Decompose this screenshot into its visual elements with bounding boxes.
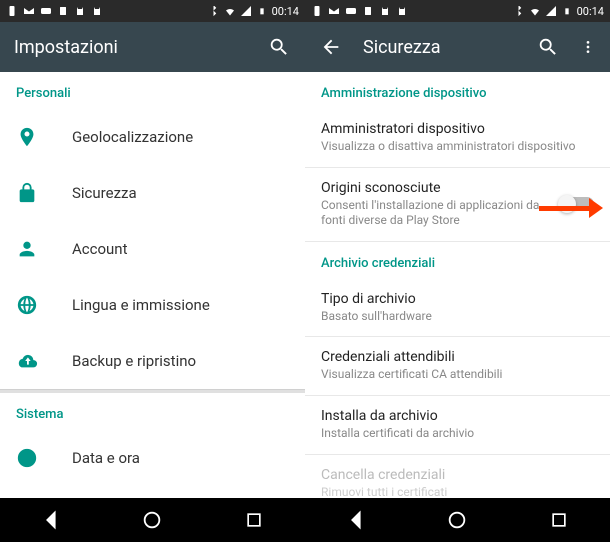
wifi-icon [224, 5, 236, 17]
gmail-icon [328, 5, 340, 17]
setting-subtitle: Visualizza o disattiva amministratori di… [321, 139, 594, 155]
clock-icon [16, 447, 56, 469]
nav-back-button[interactable] [326, 500, 386, 540]
store-icon-2 [91, 5, 103, 17]
setting-unknown-sources[interactable]: Origini sconosciute Consenti l'installaz… [305, 168, 610, 241]
phone-left: 00:14 Impostazioni Personali Geolocalizz… [0, 0, 305, 542]
status-bar: 00:14 [0, 0, 305, 22]
setting-subtitle: Visualizza certificati CA attendibili [321, 367, 594, 383]
wifi-icon [529, 5, 541, 17]
phone-icon [311, 5, 323, 17]
nav-bar [305, 498, 610, 542]
overflow-menu-icon[interactable] [580, 35, 596, 59]
nav-recents-button[interactable] [529, 500, 589, 540]
phone-right: 00:14 Sicurezza Amministrazione disposit… [305, 0, 610, 542]
setting-title: Amministratori dispositivo [321, 121, 594, 137]
status-left-icons [6, 5, 103, 17]
nav-recents-button[interactable] [224, 500, 284, 540]
security-list: Amministrazione dispositivo Amministrato… [305, 72, 610, 498]
section-admin: Amministrazione dispositivo [305, 72, 610, 109]
gmail-icon [23, 5, 35, 17]
globe-icon [16, 294, 56, 316]
search-icon[interactable] [267, 35, 291, 59]
setting-title: Tipo di archivio [321, 291, 594, 307]
app-bar-settings: Impostazioni [0, 22, 305, 72]
list-item-language[interactable]: Lingua e immissione [0, 277, 305, 333]
backup-icon [16, 350, 56, 372]
signal-icon [545, 5, 557, 17]
page-title: Sicurezza [363, 37, 516, 58]
status-left-icons [311, 5, 408, 17]
setting-subtitle: Basato sull'hardware [321, 309, 594, 325]
setting-trusted-credentials[interactable]: Credenziali attendibili Visualizza certi… [305, 337, 610, 395]
list-item-label: Lingua e immissione [72, 296, 210, 314]
search-icon[interactable] [536, 35, 560, 59]
sim-icon [57, 5, 69, 17]
list-item-label: Backup e ripristino [72, 352, 196, 370]
store-icon-2 [396, 5, 408, 17]
store-icon [379, 5, 391, 17]
setting-subtitle: Installa certificati da archivio [321, 426, 594, 442]
back-button[interactable] [319, 35, 343, 59]
setting-subtitle: Rimuovi tutti i certificati [321, 485, 594, 498]
setting-title: Installa da archivio [321, 408, 594, 424]
setting-title: Cancella credenziali [321, 467, 594, 483]
sim-icon [362, 5, 374, 17]
youtube-icon [345, 5, 357, 17]
setting-subtitle: Consenti l'installazione di applicazioni… [321, 198, 548, 229]
setting-title: Origini sconosciute [321, 180, 548, 196]
battery-icon [256, 5, 268, 17]
youtube-icon [40, 5, 52, 17]
bluetooth-icon [513, 5, 525, 17]
nav-home-button[interactable] [122, 500, 182, 540]
nav-home-button[interactable] [427, 500, 487, 540]
setting-title: Credenziali attendibili [321, 349, 594, 365]
list-item-security[interactable]: Sicurezza [0, 165, 305, 221]
status-right-icons: 00:14 [513, 5, 604, 18]
list-item-datetime[interactable]: Data e ora [0, 430, 305, 486]
setting-clear-credentials: Cancella credenziali Rimuovi tutti i cer… [305, 455, 610, 498]
setting-storage-type[interactable]: Tipo di archivio Basato sull'hardware [305, 279, 610, 337]
list-item-label: Account [72, 240, 128, 258]
list-item-label: Data e ora [72, 449, 140, 467]
setting-device-admin[interactable]: Amministratori dispositivo Visualizza o … [305, 109, 610, 167]
nav-back-button[interactable] [21, 500, 81, 540]
location-icon [16, 126, 56, 148]
bluetooth-icon [208, 5, 220, 17]
status-bar: 00:14 [305, 0, 610, 22]
section-credentials: Archivio credenziali [305, 242, 610, 279]
app-bar-security: Sicurezza [305, 22, 610, 72]
signal-icon [240, 5, 252, 17]
nav-bar [0, 498, 305, 542]
status-time: 00:14 [272, 5, 299, 18]
battery-icon [561, 5, 573, 17]
account-icon [16, 238, 56, 260]
page-title: Impostazioni [14, 37, 247, 58]
status-time: 00:14 [577, 5, 604, 18]
status-right-icons: 00:14 [208, 5, 299, 18]
list-item-account[interactable]: Account [0, 221, 305, 277]
list-item-location[interactable]: Geolocalizzazione [0, 109, 305, 165]
store-icon [74, 5, 86, 17]
section-system: Sistema [0, 393, 305, 430]
section-personal: Personali [0, 72, 305, 109]
settings-list: Personali Geolocalizzazione Sicurezza Ac… [0, 72, 305, 498]
list-item-label: Geolocalizzazione [72, 128, 193, 146]
setting-install-from-storage[interactable]: Installa da archivio Installa certificat… [305, 396, 610, 454]
phone-icon [6, 5, 18, 17]
list-item-backup[interactable]: Backup e ripristino [0, 333, 305, 389]
lock-icon [16, 182, 56, 204]
list-item-label: Sicurezza [72, 184, 137, 202]
